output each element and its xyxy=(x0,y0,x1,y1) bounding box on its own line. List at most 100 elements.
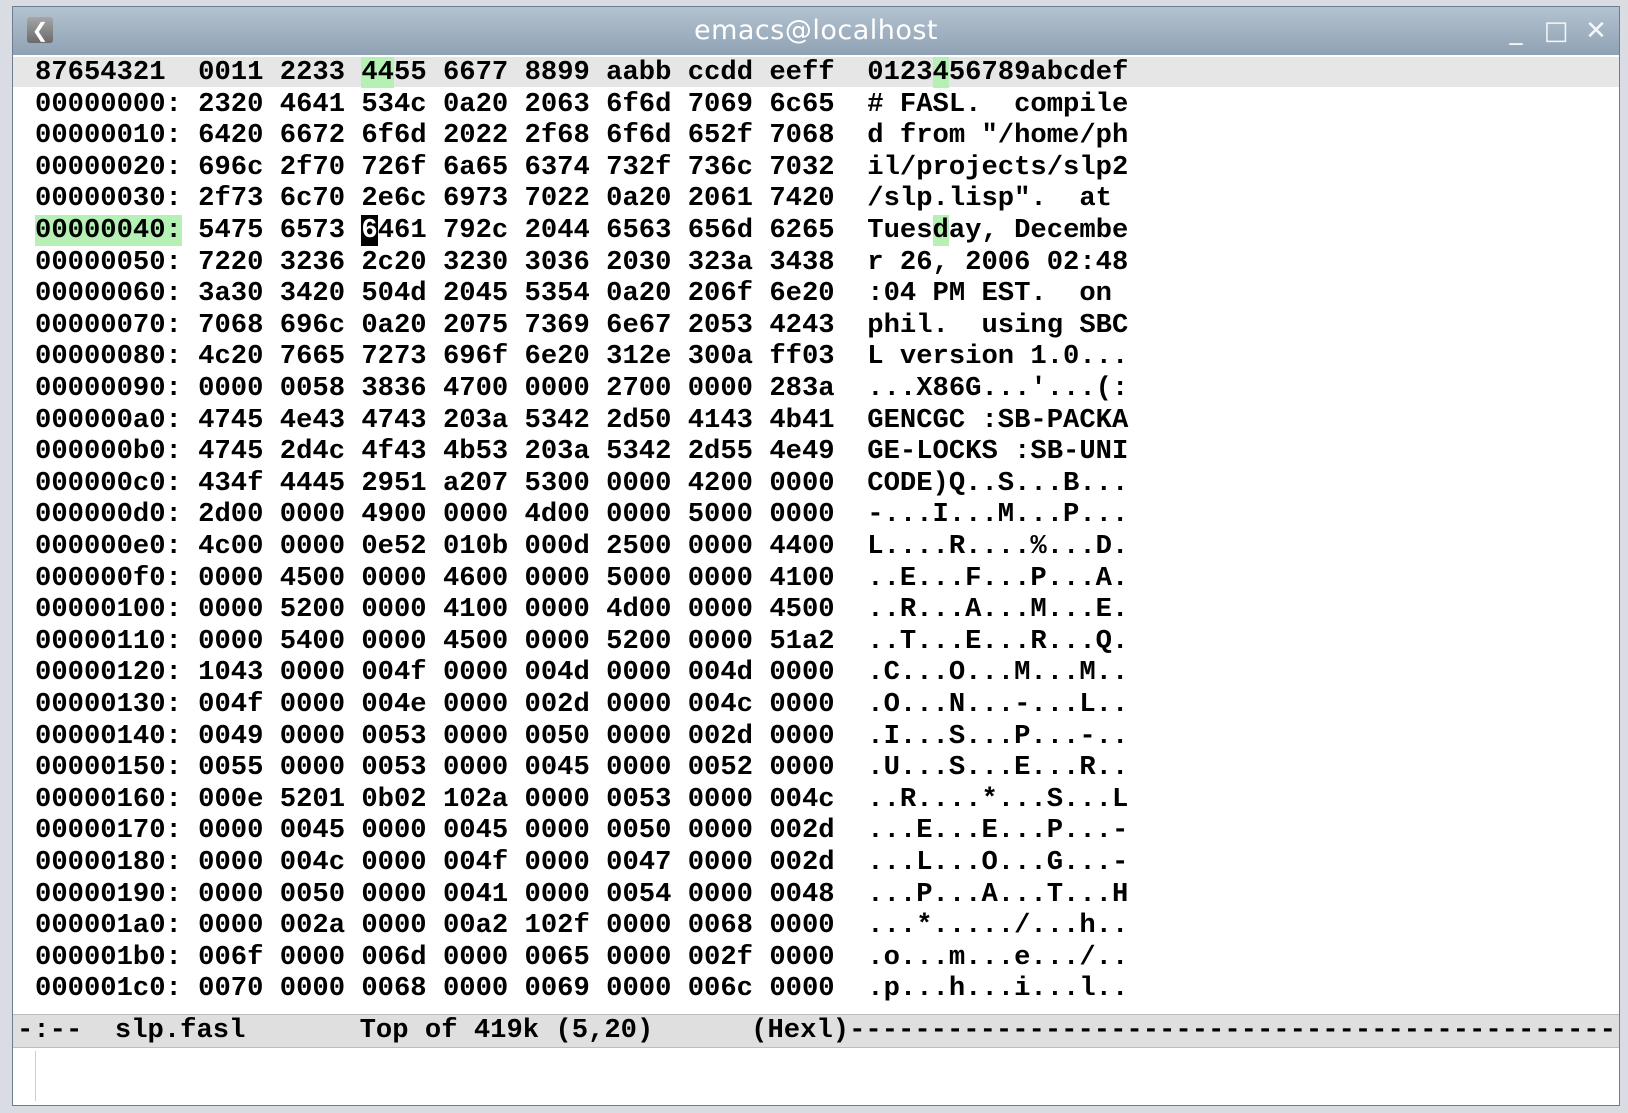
hex-group[interactable]: 4500 xyxy=(769,594,834,625)
row-ascii[interactable]: # FASL. compile xyxy=(867,89,1128,120)
hex-group[interactable]: 0000 xyxy=(198,847,263,878)
hex-group[interactable]: 0000 xyxy=(606,657,671,688)
hex-group[interactable]: 0000 xyxy=(769,721,834,752)
row-ascii[interactable]: GENCGC :SB-PACKA xyxy=(867,405,1128,436)
hex-group[interactable]: 736c xyxy=(688,152,753,183)
hex-group[interactable]: 0b02 xyxy=(361,784,426,815)
hex-group[interactable]: 534c xyxy=(361,89,426,120)
hex-group[interactable]: 0000 xyxy=(198,373,263,404)
hex-group[interactable]: 4700 xyxy=(443,373,508,404)
hex-group[interactable]: 0e52 xyxy=(361,531,426,562)
hex-group[interactable]: 5000 xyxy=(606,563,671,594)
hexl-row[interactable]: 00000150: 0055 0000 0053 0000 0045 0000 … xyxy=(35,752,1128,784)
hex-group[interactable]: 3a30 xyxy=(198,278,263,309)
hex-group[interactable]: 2f70 xyxy=(280,152,345,183)
hexl-row[interactable]: 00000070: 7068 696c 0a20 2075 7369 6e67 … xyxy=(35,310,1128,342)
hex-group[interactable]: 0000 xyxy=(280,942,345,973)
hex-group[interactable]: 2063 xyxy=(525,89,590,120)
hex-group[interactable]: 0000 xyxy=(361,563,426,594)
hexl-row[interactable]: 00000140: 0049 0000 0053 0000 0050 0000 … xyxy=(35,721,1128,753)
hex-group[interactable]: 7022 xyxy=(525,183,590,214)
hex-group[interactable]: 203a xyxy=(525,436,590,467)
hex-group[interactable]: 004c xyxy=(688,689,753,720)
hex-group[interactable]: 0000 xyxy=(280,499,345,530)
hex-group[interactable]: 0050 xyxy=(525,721,590,752)
row-ascii[interactable]: .O...N...-...L.. xyxy=(867,689,1128,720)
hex-group[interactable]: 4100 xyxy=(769,563,834,594)
hex-group[interactable]: 0055 xyxy=(198,752,263,783)
hex-group[interactable]: 006f xyxy=(198,942,263,973)
hex-group[interactable]: 0000 xyxy=(443,689,508,720)
hex-group[interactable]: 0a20 xyxy=(606,278,671,309)
hex-group[interactable]: 004f xyxy=(443,847,508,878)
hex-group[interactable]: 0000 xyxy=(688,784,753,815)
hexl-row[interactable]: 00000010: 6420 6672 6f6d 2022 2f68 6f6d … xyxy=(35,120,1128,152)
hex-group[interactable]: 0000 xyxy=(606,468,671,499)
hex-group[interactable]: 2044 xyxy=(525,215,590,246)
hex-group[interactable]: 0000 xyxy=(525,784,590,815)
hex-group[interactable]: 0000 xyxy=(198,815,263,846)
minibuffer[interactable] xyxy=(35,1051,1617,1101)
hex-group[interactable]: 7032 xyxy=(769,152,834,183)
hexl-row[interactable]: 000000a0: 4745 4e43 4743 203a 5342 2d50 … xyxy=(35,405,1128,437)
hex-group[interactable]: 0045 xyxy=(280,815,345,846)
hex-group[interactable]: 4b53 xyxy=(443,436,508,467)
hex-group[interactable]: 2700 xyxy=(606,373,671,404)
hex-group[interactable]: 504d xyxy=(361,278,426,309)
row-ascii[interactable]: ...P...A...T...H xyxy=(867,879,1128,910)
hex-group[interactable]: 6461 xyxy=(361,215,427,246)
hex-group[interactable]: 0050 xyxy=(606,815,671,846)
row-ascii[interactable]: -...I...M...P... xyxy=(867,499,1128,530)
hexl-row[interactable]: 000000c0: 434f 4445 2951 a207 5300 0000 … xyxy=(35,468,1128,500)
hex-group[interactable]: 2f68 xyxy=(525,120,590,151)
hex-group[interactable]: 0000 xyxy=(606,973,671,1004)
hex-group[interactable]: 2d4c xyxy=(280,436,345,467)
hex-group[interactable]: 102a xyxy=(443,784,508,815)
hexl-row[interactable]: 00000030: 2f73 6c70 2e6c 6973 7022 0a20 … xyxy=(35,183,1128,215)
row-ascii[interactable]: .p...h...i...l.. xyxy=(867,973,1128,1004)
row-ascii[interactable]: Tuesday, Decembe xyxy=(867,215,1128,246)
hex-group[interactable]: 656d xyxy=(688,215,753,246)
hex-group[interactable]: 4c20 xyxy=(198,341,263,372)
hex-group[interactable]: 4745 xyxy=(198,405,263,436)
row-ascii[interactable]: d from "/home/ph xyxy=(867,120,1128,151)
hex-group[interactable]: 5342 xyxy=(606,436,671,467)
hex-group[interactable]: 0049 xyxy=(198,721,263,752)
hex-group[interactable]: 2320 xyxy=(198,89,263,120)
hex-group[interactable]: 3836 xyxy=(361,373,426,404)
hex-group[interactable]: 010b xyxy=(443,531,508,562)
hex-group[interactable]: 0000 xyxy=(769,657,834,688)
hex-group[interactable]: 0000 xyxy=(606,689,671,720)
hex-group[interactable]: 4900 xyxy=(361,499,426,530)
hex-group[interactable]: 0000 xyxy=(280,689,345,720)
hex-group[interactable]: 1043 xyxy=(198,657,263,688)
hex-group[interactable]: 0000 xyxy=(525,563,590,594)
hex-group[interactable]: a207 xyxy=(443,468,508,499)
hex-group[interactable]: 0000 xyxy=(443,657,508,688)
hex-group[interactable]: 6e20 xyxy=(525,341,590,372)
hex-group[interactable]: 0000 xyxy=(198,879,263,910)
hex-group[interactable]: 004c xyxy=(769,784,834,815)
hex-group[interactable]: 0053 xyxy=(606,784,671,815)
hexl-row[interactable]: 00000120: 1043 0000 004f 0000 004d 0000 … xyxy=(35,657,1128,689)
hexl-row[interactable]: 00000080: 4c20 7665 7273 696f 6e20 312e … xyxy=(35,341,1128,373)
hex-group[interactable]: 312e xyxy=(606,341,671,372)
hex-group[interactable]: 4400 xyxy=(769,531,834,562)
hex-group[interactable]: 4200 xyxy=(688,468,753,499)
hex-group[interactable]: 4d00 xyxy=(525,499,590,530)
hex-group[interactable]: 6374 xyxy=(525,152,590,183)
hex-group[interactable]: 5475 xyxy=(198,215,263,246)
hex-group[interactable]: 4143 xyxy=(688,405,753,436)
hex-group[interactable]: 0000 xyxy=(769,499,834,530)
hex-group[interactable]: 2c20 xyxy=(361,247,426,278)
hex-group[interactable]: 4b41 xyxy=(769,405,834,436)
hex-group[interactable]: 0000 xyxy=(361,879,426,910)
hexl-row[interactable]: 00000100: 0000 5200 0000 4100 0000 4d00 … xyxy=(35,594,1128,626)
hex-group[interactable]: 000e xyxy=(198,784,263,815)
hex-group[interactable]: 726f xyxy=(361,152,426,183)
hex-group[interactable]: 4445 xyxy=(280,468,345,499)
row-ascii[interactable]: .C...O...M...M.. xyxy=(867,657,1128,688)
hex-group[interactable]: 0000 xyxy=(769,468,834,499)
hexl-row[interactable]: 000000b0: 4745 2d4c 4f43 4b53 203a 5342 … xyxy=(35,436,1128,468)
hex-group[interactable]: 0065 xyxy=(525,942,590,973)
